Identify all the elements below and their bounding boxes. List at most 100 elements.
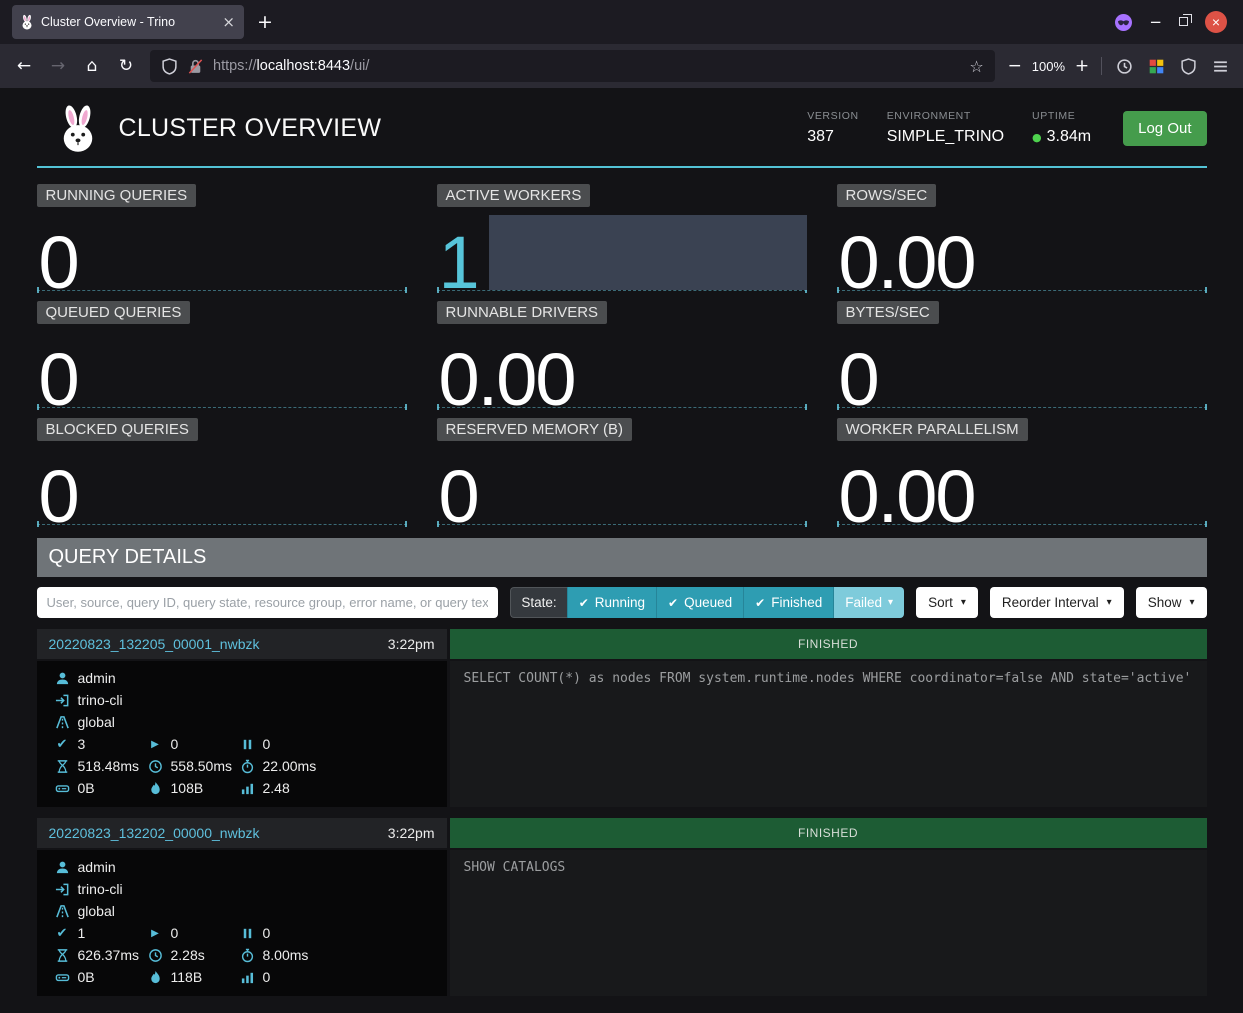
back-button[interactable]: ←	[8, 50, 40, 82]
url-host: localhost:8443	[257, 58, 351, 74]
query-id-link[interactable]: 20220823_132205_00001_nwbzk	[49, 636, 260, 652]
query-filter-toolbar: State: ✔Running ✔Queued ✔Finished Failed…	[37, 587, 1207, 618]
container-mask-icon[interactable]	[1115, 14, 1132, 31]
window-close-button[interactable]: ×	[1205, 11, 1227, 33]
url-scheme: https://	[213, 58, 257, 74]
stat-label: QUEUED QUERIES	[37, 301, 191, 324]
clock-icon	[148, 948, 163, 963]
query-status-badge: FINISHED	[450, 818, 1207, 848]
elapsed-time: 518.48ms	[78, 757, 139, 776]
show-dropdown[interactable]: Show▾	[1136, 587, 1207, 618]
query-search-input[interactable]	[37, 587, 499, 618]
zoom-out-button[interactable]: −	[1003, 50, 1027, 82]
zoom-in-button[interactable]: +	[1070, 50, 1094, 82]
parallelism-icon	[240, 781, 255, 796]
stat-worker-parallelism: WORKER PARALLELISM 0.00	[837, 418, 1207, 525]
filter-queued-button[interactable]: ✔Queued	[656, 587, 743, 618]
environment-value: SIMPLE_TRINO	[887, 128, 1004, 146]
filter-running-label: Running	[595, 595, 645, 610]
show-label: Show	[1148, 595, 1182, 610]
uptime-value: ● 3.84m	[1032, 128, 1091, 146]
new-tab-button[interactable]: +	[250, 7, 280, 37]
queued-splits: 0	[263, 924, 271, 943]
peak-memory: 108B	[171, 779, 204, 798]
url-text: https://localhost:8443/ui/	[213, 58, 369, 74]
stat-bytes-sec: BYTES/SEC 0	[837, 301, 1207, 408]
caret-down-icon: ▾	[888, 597, 893, 608]
protection-shield-button[interactable]	[1173, 51, 1203, 81]
reload-button[interactable]: ↻	[110, 50, 142, 82]
bookmark-star-icon[interactable]: ☆	[969, 57, 983, 76]
tab-bar: Cluster Overview - Trino × + − ×	[0, 0, 1243, 44]
stopwatch-icon	[240, 948, 255, 963]
parallelism-icon	[240, 970, 255, 985]
queued-splits-icon	[240, 926, 255, 941]
tab-title: Cluster Overview - Trino	[41, 15, 214, 29]
filter-failed-dropdown[interactable]: Failed▾	[833, 587, 904, 618]
restore-button[interactable]	[1179, 13, 1188, 31]
version-block: VERSION 387	[807, 110, 858, 146]
stat-value: 0	[39, 468, 78, 526]
navigation-toolbar: ← → ⌂ ↻ https://localhost:8443/ui/ ☆ − 1…	[0, 44, 1243, 88]
stat-sparkline: 0.00	[837, 445, 1207, 525]
cluster-meta: VERSION 387 ENVIRONMENT SIMPLE_TRINO UPT…	[807, 110, 1091, 146]
filter-finished-button[interactable]: ✔Finished	[743, 587, 833, 618]
flame-icon	[148, 781, 163, 796]
history-button[interactable]	[1109, 51, 1139, 81]
toolbar-separator	[1101, 57, 1102, 75]
hourglass-icon	[55, 759, 70, 774]
stat-value: 1	[439, 234, 478, 292]
peak-memory: 118B	[171, 968, 203, 987]
forward-button[interactable]: →	[42, 50, 74, 82]
uptime-status-dot: ●	[1032, 131, 1042, 144]
extension-button[interactable]	[1141, 51, 1171, 81]
minimize-button[interactable]: −	[1149, 13, 1162, 31]
clock-icon	[148, 759, 163, 774]
stat-sparkline: 0.00	[837, 211, 1207, 291]
stat-label: BLOCKED QUERIES	[37, 418, 198, 441]
current-memory: 0B	[78, 779, 95, 798]
url-bar[interactable]: https://localhost:8443/ui/ ☆	[150, 50, 995, 82]
query-card-header: 20220823_132205_00001_nwbzk 3:22pm FINIS…	[37, 629, 1207, 659]
version-value: 387	[807, 128, 858, 146]
filter-running-button[interactable]: ✔Running	[567, 587, 656, 618]
stat-sparkline: 0	[37, 211, 407, 291]
cumulative-rate: 0	[263, 968, 271, 987]
queued-splits-icon	[240, 737, 255, 752]
restore-icon	[1179, 17, 1188, 26]
query-sql-text: SELECT COUNT(*) as nodes FROM system.run…	[450, 661, 1207, 807]
sort-dropdown[interactable]: Sort▾	[916, 587, 978, 618]
tab-close-icon[interactable]: ×	[222, 13, 235, 31]
menu-button[interactable]	[1205, 51, 1235, 81]
home-button[interactable]: ⌂	[76, 50, 108, 82]
sort-label: Sort	[928, 595, 953, 610]
completed-splits-icon: ✔	[55, 924, 70, 943]
filter-finished-label: Finished	[771, 595, 822, 610]
cpu-time: 22.00ms	[263, 757, 317, 776]
query-id-link[interactable]: 20220823_132202_00000_nwbzk	[49, 825, 260, 841]
query-card: 20220823_132205_00001_nwbzk 3:22pm FINIS…	[37, 629, 1207, 807]
filter-queued-label: Queued	[684, 595, 732, 610]
insecure-lock-icon[interactable]	[187, 58, 204, 75]
browser-tab[interactable]: Cluster Overview - Trino ×	[12, 5, 244, 39]
query-card-body: admin trino-cli global ✔3 ▶0 0 518.48ms …	[37, 661, 1207, 807]
uptime-text: 3.84m	[1047, 128, 1091, 145]
stat-value: 0	[39, 234, 78, 292]
stat-sparkline: 0	[437, 445, 807, 525]
query-stats-panel: admin trino-cli global ✔1 ▶0 0 626.37ms …	[37, 850, 447, 996]
environment-label: ENVIRONMENT	[887, 110, 1004, 122]
logout-button[interactable]: Log Out	[1123, 111, 1206, 146]
environment-block: ENVIRONMENT SIMPLE_TRINO	[887, 110, 1004, 146]
running-splits-icon: ▶	[148, 735, 163, 754]
source-icon	[55, 882, 70, 897]
page-header: CLUSTER OVERVIEW VERSION 387 ENVIRONMENT…	[37, 88, 1207, 168]
stat-sparkline: 0	[37, 328, 407, 408]
stat-value: 0.00	[439, 351, 575, 409]
query-time: 3:22pm	[388, 825, 435, 841]
stat-reserved-memory: RESERVED MEMORY (B) 0	[437, 418, 807, 525]
sparkline-fill	[489, 215, 807, 290]
tracking-shield-icon[interactable]	[161, 58, 178, 75]
version-label: VERSION	[807, 110, 858, 122]
zoom-level[interactable]: 100%	[1032, 59, 1065, 74]
reorder-interval-dropdown[interactable]: Reorder Interval▾	[990, 587, 1124, 618]
